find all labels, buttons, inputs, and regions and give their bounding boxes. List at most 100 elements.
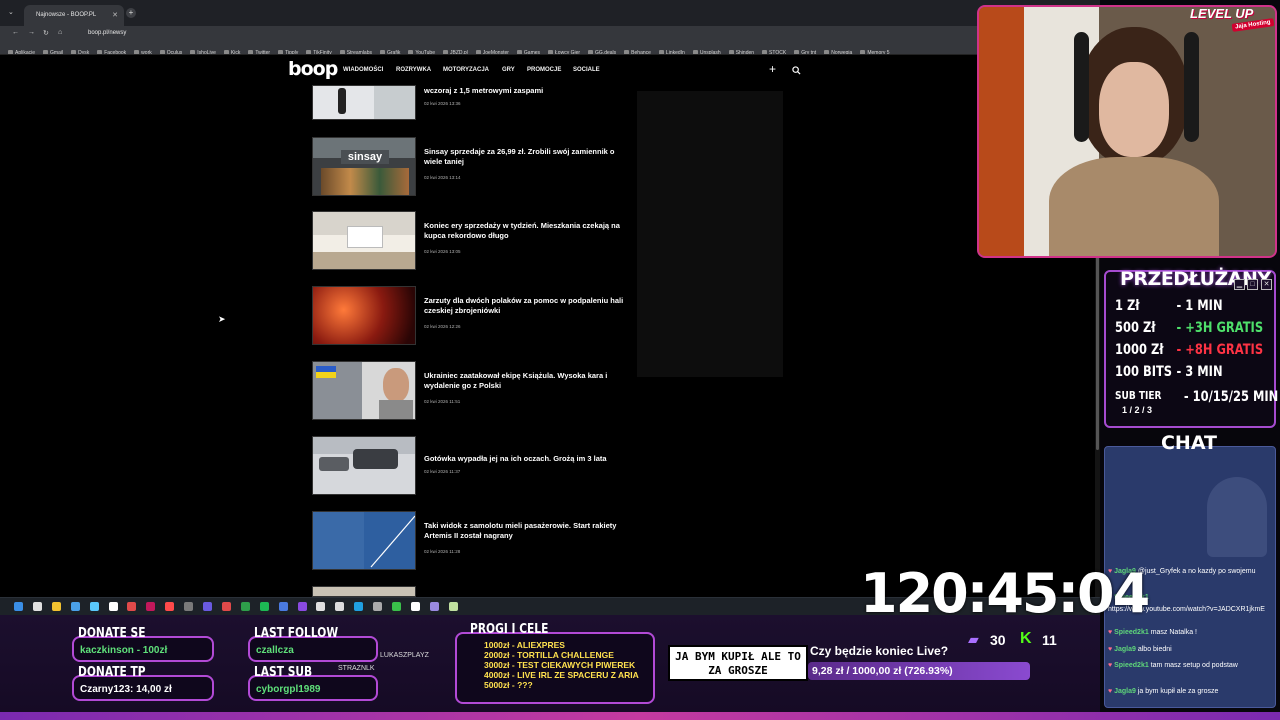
article-thumbnail[interactable] — [312, 85, 416, 120]
excel-icon[interactable] — [392, 602, 401, 611]
article-thumbnail[interactable] — [312, 586, 416, 597]
article-thumbnail[interactable] — [312, 511, 416, 570]
store-icon[interactable] — [70, 602, 80, 611]
webcam-overlay — [977, 5, 1277, 258]
goal-progress-text: 9,28 zł / 1000,00 zł (726.93%) — [812, 665, 953, 677]
discord-icon[interactable] — [429, 602, 439, 611]
youtube-icon[interactable] — [165, 602, 175, 611]
article-title[interactable]: wczoraj z 1,5 metrowymi zaspami — [424, 86, 629, 96]
tab-list-icon[interactable]: ⌄ — [8, 8, 14, 16]
tab-title: Najnowsze - BOOP.PL — [36, 12, 97, 18]
app-icon[interactable] — [278, 602, 288, 611]
spotify-icon[interactable] — [259, 602, 269, 611]
minimize-icon[interactable]: ▁ — [1234, 279, 1245, 290]
tab-bar: ⌄ Najnowsze - BOOP.PL ✕ + — [0, 0, 1100, 26]
teams-icon[interactable] — [203, 602, 212, 611]
channel-brand-logo: LEVEL UP — [1190, 6, 1254, 21]
goal-item: 2000zł - TORTILLA CHALLENGE — [484, 650, 614, 660]
browser-tab[interactable]: Najnowsze - BOOP.PL ✕ — [24, 5, 124, 26]
add-icon[interactable]: + — [769, 62, 776, 76]
calendar-icon[interactable] — [89, 602, 99, 611]
search-icon[interactable] — [792, 66, 801, 75]
article-title[interactable]: Taki widok z samolotu mieli pasażerowie.… — [424, 521, 629, 540]
nav-link-motoring[interactable]: MOTORYZACJA — [443, 67, 489, 73]
article-thumbnail[interactable] — [312, 211, 416, 270]
chat-message: ♥ Spieed2k1 tam masz setup od podstaw — [1108, 662, 1238, 669]
kick-viewer-count: 11 — [1042, 632, 1057, 648]
goal-question: Czy będzie koniec Live? — [810, 644, 949, 658]
bottom-accent-strip — [0, 712, 1280, 720]
article-title[interactable]: Sinsay sprzedaje za 26,99 zł. Zrobili sw… — [424, 147, 629, 166]
settings-icon[interactable] — [184, 602, 194, 611]
tiktok-icon[interactable] — [146, 602, 156, 611]
pricing-row: 1000 Zł - +8H GRATIS — [1115, 342, 1264, 358]
home-icon[interactable]: ⌂ — [58, 29, 62, 36]
start-icon[interactable] — [14, 602, 23, 611]
pricing-row: 500 Zł - +3H GRATIS — [1115, 320, 1264, 336]
widgets-icon[interactable] — [108, 602, 118, 611]
file-explorer-icon[interactable] — [51, 602, 61, 611]
donate-tp-value: Czarny123: 14,00 zł — [80, 684, 172, 695]
twitch-icon: ▰ — [968, 631, 979, 647]
article-card[interactable]: sinsay Sinsay sprzedaje za 26,99 zł. Zro… — [312, 137, 642, 197]
article-date: 02 kwi 2026 13:05 — [424, 249, 461, 254]
document-icon[interactable] — [316, 602, 326, 611]
article-thumbnail[interactable] — [312, 361, 416, 420]
xbox-icon[interactable] — [240, 602, 250, 611]
nav-link-promotions[interactable]: PROMOCJE — [527, 67, 561, 73]
close-icon[interactable]: ✕ — [1261, 279, 1272, 290]
close-tab-icon[interactable]: ✕ — [112, 11, 118, 19]
app-icon[interactable] — [354, 602, 364, 611]
article-title[interactable]: Koniec ery sprzedaży w tydzień. Mieszkan… — [424, 221, 629, 240]
article-card[interactable]: Gotówka wypadła jej na ich oczach. Grożą… — [312, 436, 642, 496]
app-icon[interactable] — [410, 602, 420, 611]
article-card[interactable]: Ukrainiec zaatakował ekipę Książula. Wys… — [312, 361, 642, 421]
goal-item: 3000zł - TEST CIEKAWYCH PIWEREK — [484, 660, 636, 670]
article-title[interactable]: Zarzuty dla dwóch polaków za pomoc w pod… — [424, 296, 629, 315]
floating-username: LUKASZPLAYZ — [380, 652, 429, 659]
search-taskbar-icon[interactable] — [32, 602, 42, 611]
floating-username: STRAZNLK — [338, 665, 375, 672]
opera-icon[interactable] — [221, 602, 231, 611]
article-thumbnail[interactable]: sinsay — [312, 137, 416, 196]
thumbnail-store-sign: sinsay — [341, 150, 389, 164]
last-follow-value: czallcza — [256, 645, 294, 656]
article-date: 02 kwi 2026 11:37 — [424, 469, 461, 474]
nav-link-news[interactable]: WIADOMOŚCI — [343, 67, 383, 73]
chat-message: ♥ Jagla9 albo biedni — [1108, 646, 1172, 653]
forward-icon[interactable]: → — [28, 29, 35, 36]
article-date: 02 kwi 2026 12:26 — [424, 324, 461, 329]
article-title[interactable]: Gotówka wypadła jej na ich oczach. Grożą… — [424, 454, 629, 464]
article-thumbnail[interactable] — [312, 286, 416, 345]
maximize-icon[interactable]: □ — [1247, 279, 1258, 290]
record-icon[interactable] — [127, 602, 137, 611]
sub-tier-levels: 1 / 2 / 3 — [1122, 405, 1153, 415]
article-thumbnail[interactable] — [312, 436, 416, 495]
goals-label: PROGI I CELE — [470, 622, 549, 637]
article-card[interactable]: wczoraj z 1,5 metrowymi zaspami 02 kwi 2… — [312, 85, 642, 120]
url-text: boop.pl/newsy — [88, 30, 127, 36]
twitch-icon[interactable] — [297, 602, 307, 611]
article-card[interactable]: Taki widok z samolotu mieli pasażerowie.… — [312, 511, 642, 571]
site-logo[interactable]: boop — [288, 58, 338, 80]
reload-icon[interactable]: ↻ — [43, 29, 49, 37]
article-date: 02 kwi 2026 11:51 — [424, 399, 461, 404]
address-bar[interactable]: boop.pl/newsy — [74, 28, 974, 39]
app-icon[interactable] — [448, 602, 458, 611]
donate-se-value: kaczkinson - 100zł — [80, 645, 168, 656]
last-sub-value: cyborgpl1989 — [256, 684, 321, 695]
article-title[interactable]: Ukrainiec zaatakował ekipę Książula. Wys… — [424, 371, 629, 390]
nav-link-social[interactable]: SOCIALE — [573, 67, 600, 73]
app-icon[interactable] — [373, 602, 383, 611]
mouse-cursor-icon: ➤ — [218, 314, 226, 324]
article-card[interactable]: Koniec ery sprzedaży w tydzień. Mieszkan… — [312, 211, 642, 271]
new-tab-button[interactable]: + — [126, 8, 136, 18]
chat-message: ♥ Spieed2k1 masz Natalka ! — [1108, 629, 1197, 636]
nav-link-games[interactable]: GRY — [502, 67, 515, 73]
app-icon[interactable] — [335, 602, 345, 611]
site-header: boop WIADOMOŚCI ROZRYWKA MOTORYZACJA GRY… — [0, 55, 1095, 85]
nav-link-entertainment[interactable]: ROZRYWKA — [396, 67, 431, 73]
article-card[interactable]: Zarzuty dla dwóch polaków za pomoc w pod… — [312, 286, 642, 346]
back-icon[interactable]: ← — [12, 29, 19, 36]
chat-message: ♥ Jagla9 ja bym kupił ale za grosze — [1108, 688, 1219, 695]
